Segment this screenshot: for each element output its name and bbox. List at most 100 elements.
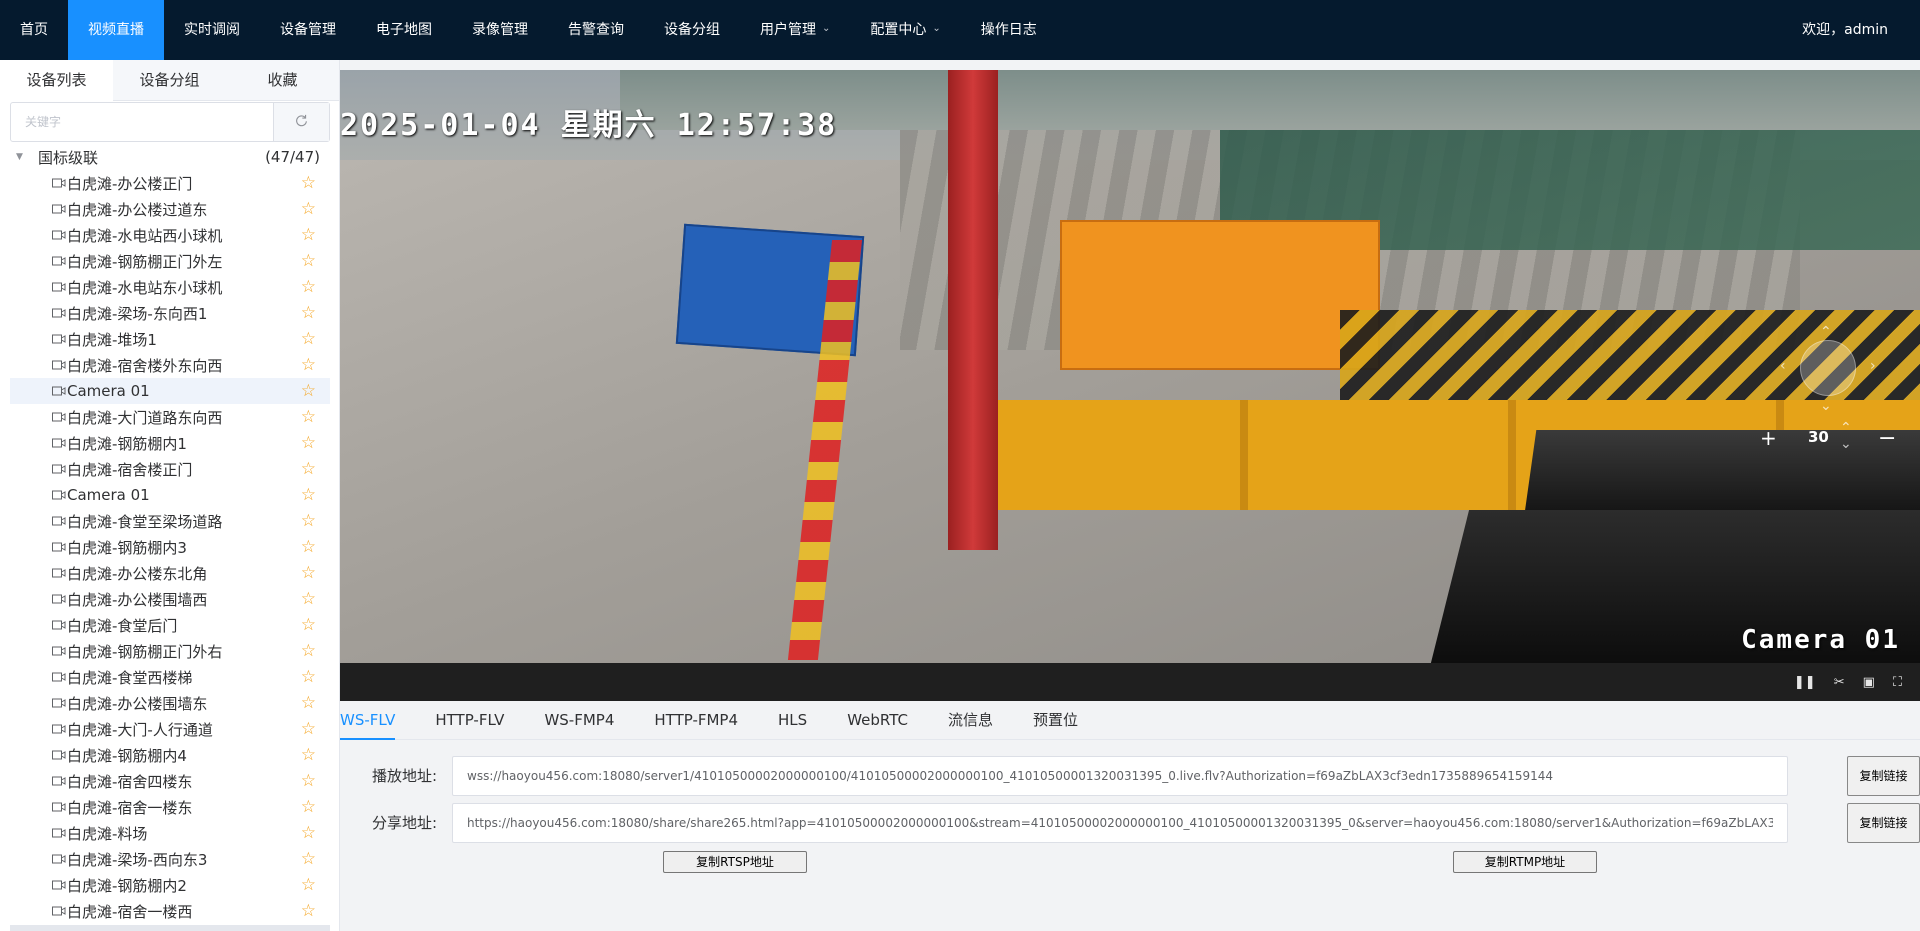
tab-favorites[interactable]: 收藏 — [226, 60, 339, 101]
star-icon[interactable]: ☆ — [301, 460, 316, 478]
ptz-left-icon[interactable]: ‹ — [1780, 358, 1786, 374]
tree-item[interactable]: 白虎滩-料场 ☆ — [10, 820, 330, 846]
star-icon[interactable]: ☆ — [301, 330, 316, 348]
tab-hls[interactable]: HLS — [778, 701, 807, 740]
tree-item[interactable]: 白虎滩-宿舍四楼东 ☆ — [10, 768, 330, 794]
user-greeting[interactable]: 欢迎，admin — [1802, 0, 1888, 60]
star-icon[interactable]: ☆ — [301, 798, 316, 816]
star-icon[interactable]: ☆ — [301, 850, 316, 868]
nav-live-video[interactable]: 视频直播 — [68, 0, 164, 60]
star-icon[interactable]: ☆ — [301, 642, 316, 660]
nav-recording-management[interactable]: 录像管理 — [452, 0, 548, 60]
tab-device-group[interactable]: 设备分组 — [113, 60, 226, 101]
tree-item[interactable]: 白虎滩-钢筋棚正门外左 ☆ — [10, 248, 330, 274]
share-address-field[interactable] — [453, 804, 1787, 842]
tree-item[interactable]: 白虎滩-办公楼围墙西 ☆ — [10, 586, 330, 612]
refresh-button[interactable] — [273, 103, 329, 141]
tree-item[interactable]: 白虎滩-办公楼围墙东 ☆ — [10, 690, 330, 716]
tree-item[interactable]: 白虎滩-梁场-西向东3 ☆ — [10, 846, 330, 872]
star-icon[interactable]: ☆ — [301, 200, 316, 218]
nav-device-management[interactable]: 设备管理 — [260, 0, 356, 60]
nav-device-group[interactable]: 设备分组 — [644, 0, 740, 60]
star-icon[interactable]: ☆ — [301, 382, 316, 400]
tree-item[interactable]: 白虎滩-水电站东小球机 ☆ — [10, 274, 330, 300]
nav-e-map[interactable]: 电子地图 — [356, 0, 452, 60]
star-icon[interactable]: ☆ — [301, 434, 316, 452]
star-icon[interactable]: ☆ — [301, 668, 316, 686]
tab-http-flv[interactable]: HTTP-FLV — [435, 701, 504, 740]
horizontal-scrollbar[interactable] — [10, 925, 330, 931]
tree-item[interactable]: 白虎滩-堆场1 ☆ — [10, 326, 330, 352]
copy-rtmp-button[interactable]: 复制RTMP地址 — [1453, 851, 1597, 873]
tab-stream-info[interactable]: 流信息 — [948, 701, 993, 740]
tab-presets[interactable]: 预置位 — [1033, 701, 1078, 740]
zoom-out-icon[interactable]: − — [1878, 426, 1896, 451]
tab-ws-fmp4[interactable]: WS-FMP4 — [544, 701, 614, 740]
ptz-down-icon[interactable]: ⌄ — [1820, 398, 1832, 414]
tree-item[interactable]: 白虎滩-大门道路东向西 ☆ — [10, 404, 330, 430]
zoom-in-icon[interactable]: + — [1760, 426, 1777, 450]
star-icon[interactable]: ☆ — [301, 616, 316, 634]
star-icon[interactable]: ☆ — [301, 226, 316, 244]
star-icon[interactable]: ☆ — [301, 746, 316, 764]
tree-item[interactable]: 白虎滩-食堂至梁场道路 ☆ — [10, 508, 330, 534]
tree-item[interactable]: 白虎滩-钢筋棚内4 ☆ — [10, 742, 330, 768]
tree-root-node[interactable]: ▼ 国标级联 (47/47) — [10, 144, 330, 170]
star-icon[interactable]: ☆ — [301, 590, 316, 608]
star-icon[interactable]: ☆ — [301, 772, 316, 790]
star-icon[interactable]: ☆ — [301, 876, 316, 894]
search-input[interactable] — [11, 103, 273, 141]
tree-item[interactable]: 白虎滩-钢筋棚内1 ☆ — [10, 430, 330, 456]
nav-operation-log[interactable]: 操作日志 — [961, 0, 1057, 60]
ptz-joystick[interactable] — [1800, 340, 1856, 396]
tree-item[interactable]: 白虎滩-宿舍楼外东向西 ☆ — [10, 352, 330, 378]
ptz-up-icon[interactable]: ⌃ — [1820, 324, 1832, 340]
star-icon[interactable]: ☆ — [301, 356, 316, 374]
tree-item[interactable]: 白虎滩-宿舍一楼西 ☆ — [10, 898, 330, 924]
tree-item[interactable]: 白虎滩-食堂西楼梯 ☆ — [10, 664, 330, 690]
tab-ws-flv[interactable]: WS-FLV — [340, 701, 396, 740]
tree-item[interactable]: 白虎滩-钢筋棚内3 ☆ — [10, 534, 330, 560]
tree-item[interactable]: 白虎滩-办公楼过道东 ☆ — [10, 196, 330, 222]
speed-down-icon[interactable]: ⌄ — [1840, 436, 1852, 452]
star-icon[interactable]: ☆ — [301, 538, 316, 556]
star-icon[interactable]: ☆ — [301, 720, 316, 738]
play-address-field[interactable] — [453, 757, 1787, 795]
tab-http-fmp4[interactable]: HTTP-FMP4 — [654, 701, 738, 740]
copy-play-address-button[interactable]: 复制链接 — [1847, 756, 1920, 796]
star-icon[interactable]: ☆ — [301, 408, 316, 426]
tree-item[interactable]: 白虎滩-办公楼东北角 ☆ — [10, 560, 330, 586]
star-icon[interactable]: ☆ — [301, 252, 316, 270]
pause-icon[interactable]: ❚❚ — [1794, 675, 1816, 690]
star-icon[interactable]: ☆ — [301, 512, 316, 530]
tree-item[interactable]: 白虎滩-食堂后门 ☆ — [10, 612, 330, 638]
tree-item[interactable]: Camera 01 ☆ — [10, 378, 330, 404]
star-icon[interactable]: ☆ — [301, 694, 316, 712]
caret-down-icon[interactable]: ▼ — [16, 152, 30, 162]
star-icon[interactable]: ☆ — [301, 486, 316, 504]
star-icon[interactable]: ☆ — [301, 304, 316, 322]
star-icon[interactable]: ☆ — [301, 824, 316, 842]
record-icon[interactable]: ▣ — [1863, 675, 1875, 690]
nav-user-management[interactable]: 用户管理 ⌄ — [740, 0, 850, 60]
nav-alarm-query[interactable]: 告警查询 — [548, 0, 644, 60]
copy-rtsp-button[interactable]: 复制RTSP地址 — [663, 851, 807, 873]
tab-device-list[interactable]: 设备列表 — [0, 60, 113, 101]
tree-item[interactable]: 白虎滩-宿舍一楼东 ☆ — [10, 794, 330, 820]
copy-share-address-button[interactable]: 复制链接 — [1847, 803, 1920, 843]
nav-realtime-view[interactable]: 实时调阅 — [164, 0, 260, 60]
tree-item[interactable]: Camera 01 ☆ — [10, 482, 330, 508]
fullscreen-icon[interactable]: ⛶ — [1893, 675, 1902, 690]
star-icon[interactable]: ☆ — [301, 902, 316, 920]
scissors-icon[interactable]: ✂ — [1834, 675, 1845, 690]
tree-item[interactable]: 白虎滩-钢筋棚内2 ☆ — [10, 872, 330, 898]
star-icon[interactable]: ☆ — [301, 278, 316, 296]
speed-up-icon[interactable]: ⌃ — [1840, 420, 1852, 436]
tree-item[interactable]: 白虎滩-宿舍楼正门 ☆ — [10, 456, 330, 482]
tree-item[interactable]: 白虎滩-水电站西小球机 ☆ — [10, 222, 330, 248]
nav-config-center[interactable]: 配置中心 ⌄ — [850, 0, 960, 60]
tree-item[interactable]: 白虎滩-钢筋棚正门外右 ☆ — [10, 638, 330, 664]
tree-item[interactable]: 白虎滩-办公楼正门 ☆ — [10, 170, 330, 196]
ptz-right-icon[interactable]: › — [1870, 358, 1876, 374]
tree-item[interactable]: 白虎滩-大门-人行通道 ☆ — [10, 716, 330, 742]
